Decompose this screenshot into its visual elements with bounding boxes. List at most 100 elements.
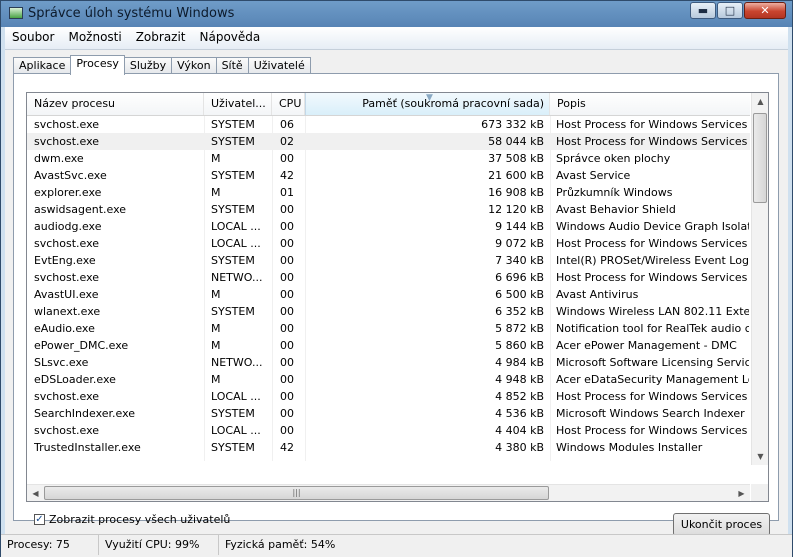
menu-moznosti[interactable]: Možnosti [61, 27, 128, 49]
cell-user: SYSTEM [211, 305, 255, 318]
cell-user: SYSTEM [211, 441, 255, 454]
cell-cpu: 42 [280, 441, 294, 454]
process-list[interactable]: Název procesu Uživatel... CPU ▼ Paměť (s… [26, 92, 769, 502]
tab-aplikace[interactable]: Aplikace [13, 57, 72, 74]
cell-description: Intel(R) PROSet/Wireless Event Log Ser [556, 254, 749, 267]
cell-user: NETWO... [211, 271, 263, 284]
table-row[interactable]: AvastSvc.exe SYSTEM 42 21 600 kB Avast Servi… [27, 167, 750, 184]
cell-process-name: svchost.exe [34, 271, 100, 284]
cell-cpu: 00 [280, 152, 294, 165]
cell-description: Průzkumník Windows [556, 186, 673, 199]
status-processes: Procesy: 75 [1, 535, 99, 555]
tab-sluzby[interactable]: Služby [123, 57, 173, 74]
column-header-memory[interactable]: ▼ Paměť (soukromá pracovní sada) [305, 93, 550, 115]
show-all-users-checkbox[interactable]: ✓ [34, 514, 45, 525]
scrollbar-corner [751, 484, 768, 501]
tab-site[interactable]: Sítě [215, 57, 249, 74]
column-header-cpu[interactable]: CPU [272, 93, 305, 115]
column-header-description[interactable]: Popis [550, 93, 750, 115]
scroll-left-icon[interactable]: ◀ [27, 485, 44, 501]
cell-memory: 4 404 kB [495, 424, 544, 437]
cell-memory: 673 332 kB [481, 118, 544, 131]
vertical-scrollbar[interactable]: ▲ ▼ [751, 93, 768, 465]
tab-uzivatele[interactable]: Uživatelé [247, 57, 311, 74]
cell-process-name: AvastUI.exe [34, 288, 99, 301]
cell-process-name: svchost.exe [34, 390, 100, 403]
table-row[interactable]: svchost.exe NETWO... 00 6 696 kB Host Proces… [27, 269, 750, 286]
table-row[interactable]: wlanext.exe SYSTEM 00 6 352 kB Windows Wirel… [27, 303, 750, 320]
show-all-users-label: Zobrazit procesy všech uživatelů [49, 513, 231, 526]
table-row[interactable]: TrustedInstaller.exe SYSTEM 42 4 380 kB Wind… [27, 439, 750, 456]
cell-process-name: TrustedInstaller.exe [34, 441, 141, 454]
cell-description: Microsoft Software Licensing Service [556, 356, 749, 369]
menu-bar: Soubor Možnosti Zobrazit Nápověda [5, 27, 788, 50]
cell-memory: 4 984 kB [495, 356, 544, 369]
window-title: Správce úloh systému Windows [28, 6, 235, 21]
table-row[interactable]: aswidsagent.exe SYSTEM 00 12 120 kB Avast Be… [27, 201, 750, 218]
horizontal-scrollbar[interactable]: ◀ ||| ▶ [27, 484, 750, 501]
close-button[interactable]: ✕ [744, 2, 786, 19]
table-row[interactable]: eDSLoader.exe M 00 4 948 kB Acer eDataSecuri… [27, 371, 750, 388]
tab-procesy[interactable]: Procesy [70, 55, 125, 75]
cell-cpu: 00 [280, 339, 294, 352]
horizontal-scroll-thumb[interactable]: ||| [44, 486, 549, 500]
cell-description: Host Process for Windows Services [556, 135, 748, 148]
show-all-users-option[interactable]: ✓ Zobrazit procesy všech uživatelů [34, 513, 230, 526]
table-row[interactable]: dwm.exe M 00 37 508 kB Správce oken plochy [27, 150, 750, 167]
menu-soubor[interactable]: Soubor [5, 27, 61, 49]
cell-memory: 58 044 kB [488, 135, 544, 148]
table-row[interactable]: svchost.exe LOCAL ... 00 9 072 kB Host Proce… [27, 235, 750, 252]
tab-vykon[interactable]: Výkon [171, 57, 217, 74]
cell-description: Host Process for Windows Services [556, 424, 748, 437]
cell-memory: 16 908 kB [488, 186, 544, 199]
menu-zobrazit[interactable]: Zobrazit [129, 27, 193, 49]
cell-cpu: 06 [280, 118, 294, 131]
vertical-scroll-thumb[interactable] [753, 113, 767, 203]
maximize-button[interactable]: □ [717, 2, 743, 19]
table-row[interactable]: ePower_DMC.exe M 00 5 860 kB Acer ePower Man… [27, 337, 750, 354]
cell-cpu: 00 [280, 254, 294, 267]
menu-napoveda[interactable]: Nápověda [193, 27, 268, 49]
cell-user: SYSTEM [211, 118, 255, 131]
table-row[interactable]: svchost.exe LOCAL ... 00 4 852 kB Host Proce… [27, 388, 750, 405]
table-row[interactable]: svchost.exe SYSTEM 02 58 044 kB Host Process… [27, 133, 750, 150]
cell-process-name: svchost.exe [34, 135, 100, 148]
task-manager-icon [9, 7, 23, 19]
cell-cpu: 00 [280, 220, 294, 233]
column-header-user[interactable]: Uživatel... [204, 93, 272, 115]
table-row[interactable]: SearchIndexer.exe SYSTEM 00 4 536 kB Microso… [27, 405, 750, 422]
cell-process-name: svchost.exe [34, 118, 100, 131]
scroll-up-icon[interactable]: ▲ [752, 93, 768, 110]
cell-user: SYSTEM [211, 169, 255, 182]
table-row[interactable]: SLsvc.exe NETWO... 00 4 984 kB Microsoft Sof… [27, 354, 750, 371]
cell-memory: 6 352 kB [495, 305, 544, 318]
scroll-right-icon[interactable]: ▶ [733, 485, 750, 501]
cell-user: LOCAL ... [211, 220, 261, 233]
cell-cpu: 00 [280, 288, 294, 301]
cell-user: M [211, 373, 221, 386]
cell-description: Host Process for Windows Services [556, 390, 748, 403]
table-row[interactable]: svchost.exe SYSTEM 06 673 332 kB Host Proces… [27, 116, 750, 133]
table-row[interactable]: audiodg.exe LOCAL ... 00 9 144 kB Windows Au… [27, 218, 750, 235]
table-row[interactable]: explorer.exe M 01 16 908 kB Průzkumník Windo… [27, 184, 750, 201]
end-process-button[interactable]: Ukončit proces [673, 513, 770, 536]
cell-process-name: aswidsagent.exe [34, 203, 127, 216]
title-bar[interactable]: Správce úloh systému Windows ▬ □ ✕ [1, 1, 792, 27]
cell-user: M [211, 152, 221, 165]
column-header-name[interactable]: Název procesu [27, 93, 204, 115]
task-manager-window: Správce úloh systému Windows ▬ □ ✕ Soubo… [0, 0, 793, 557]
minimize-button[interactable]: ▬ [690, 2, 716, 19]
cell-cpu: 02 [280, 135, 294, 148]
cell-memory: 37 508 kB [488, 152, 544, 165]
table-row[interactable]: svchost.exe LOCAL ... 00 4 404 kB Host Proce… [27, 422, 750, 439]
table-row[interactable]: eAudio.exe M 00 5 872 kB Notification tool f… [27, 320, 750, 337]
scroll-down-icon[interactable]: ▼ [752, 448, 768, 465]
table-row[interactable]: EvtEng.exe SYSTEM 00 7 340 kB Intel(R) PROSe… [27, 252, 750, 269]
cell-process-name: SLsvc.exe [34, 356, 89, 369]
cell-cpu: 00 [280, 373, 294, 386]
table-row[interactable]: AvastUI.exe M 00 6 500 kB Avast Antivirus [27, 286, 750, 303]
cell-process-name: svchost.exe [34, 424, 100, 437]
cell-user: SYSTEM [211, 203, 255, 216]
cell-cpu: 42 [280, 169, 294, 182]
cell-description: Host Process for Windows Services [556, 237, 748, 250]
